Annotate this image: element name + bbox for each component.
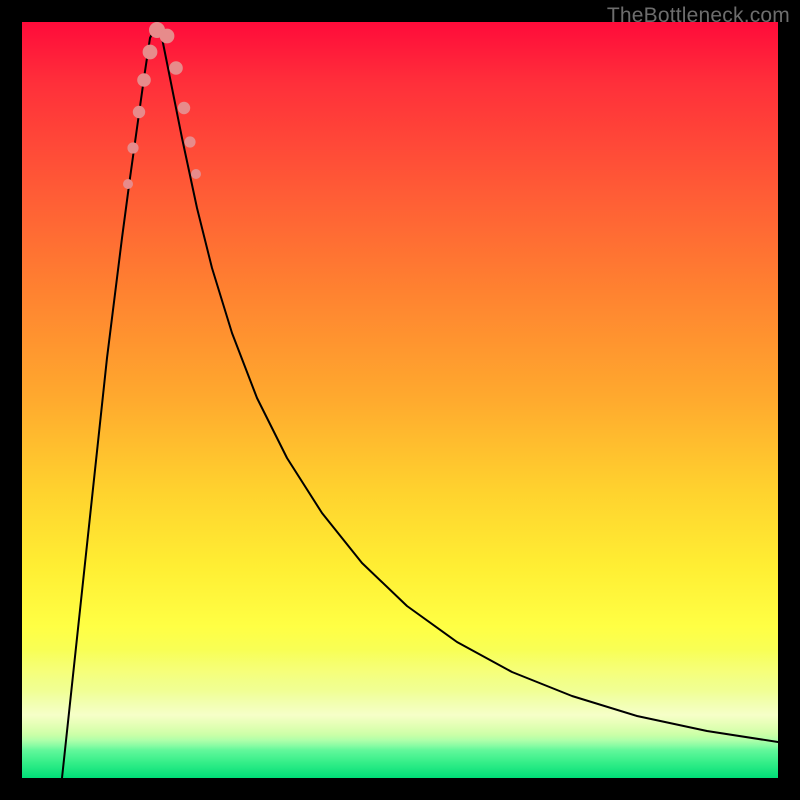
chart-frame: TheBottleneck.com — [0, 0, 800, 800]
plot-area — [22, 22, 778, 778]
marker-dot — [160, 29, 175, 44]
marker-dot — [133, 106, 145, 118]
marker-dot — [137, 73, 151, 87]
marker-dot — [149, 22, 165, 38]
marker-dot — [191, 169, 201, 179]
marker-dot — [184, 136, 195, 147]
marker-dot — [178, 102, 190, 114]
marker-dot — [127, 142, 138, 153]
marker-dot — [169, 61, 183, 75]
glow-band — [22, 650, 778, 750]
watermark-text: TheBottleneck.com — [607, 4, 790, 28]
marker-dot — [123, 179, 133, 189]
bottleneck-curve — [22, 22, 778, 778]
marker-dot — [143, 45, 158, 60]
